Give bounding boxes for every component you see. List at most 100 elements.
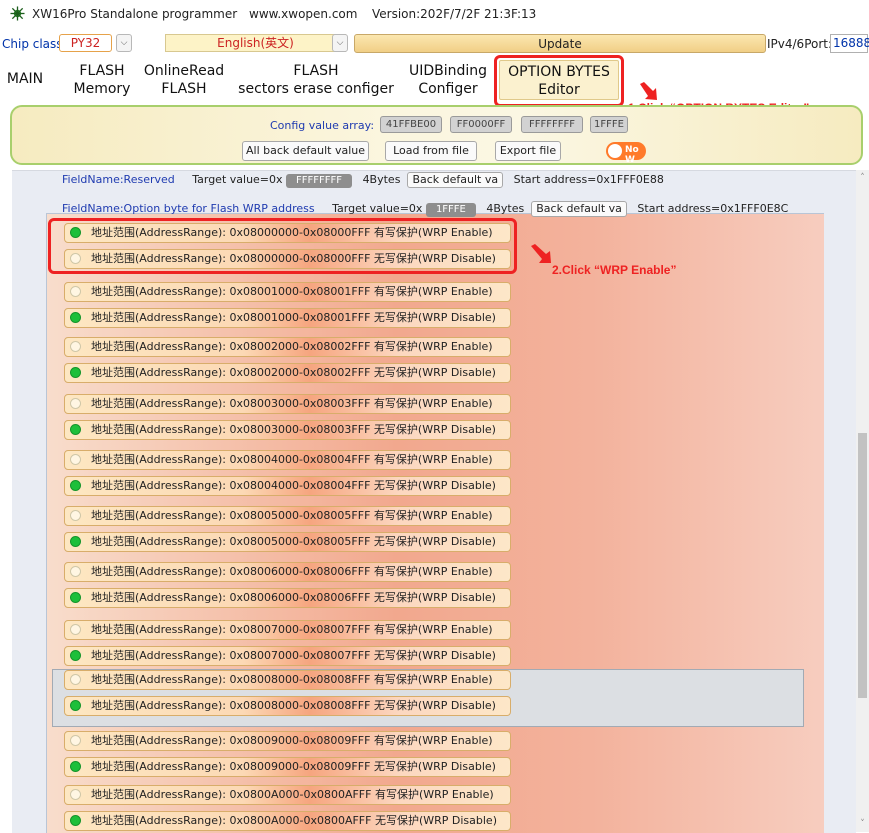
radio-selected-icon[interactable]	[70, 312, 81, 323]
radio-selected-icon[interactable]	[70, 536, 81, 547]
annotation-box-wrp-enable	[48, 218, 517, 274]
radio-unselected-icon[interactable]	[70, 510, 81, 521]
radio-unselected-icon[interactable]	[70, 286, 81, 297]
app-logo-icon	[10, 6, 25, 21]
tab-uid-binding-line1: UIDBinding	[408, 63, 488, 79]
wrp-enable-option[interactable]: 地址范围(AddressRange): 0x08005000-0x08005FF…	[64, 506, 511, 526]
website-text: www.xwopen.com	[249, 7, 358, 21]
wrp-enable-option[interactable]: 地址范围(AddressRange): 0x08001000-0x08001FF…	[64, 282, 511, 302]
radio-unselected-icon[interactable]	[70, 735, 81, 746]
update-button[interactable]: Update	[354, 34, 766, 53]
radio-selected-icon[interactable]	[70, 367, 81, 378]
load-from-file-button[interactable]: Load from file	[385, 141, 477, 161]
wrp-option-label: 地址范围(AddressRange): 0x08004000-0x08004FF…	[91, 479, 496, 492]
wrp-enable-option[interactable]: 地址范围(AddressRange): 0x08007000-0x08007FF…	[64, 620, 511, 640]
target-value-label: Target value=0x	[332, 202, 423, 215]
tab-main[interactable]: MAIN	[2, 70, 48, 88]
annotation-arrow-icon	[531, 244, 551, 263]
app-title: XW16Pro Standalone programmer	[32, 7, 238, 21]
radio-unselected-icon[interactable]	[70, 624, 81, 635]
start-address: Start address=0x1FFF0E88	[513, 173, 664, 186]
wrp-option-label: 地址范围(AddressRange): 0x08001000-0x08001FF…	[91, 311, 496, 324]
wrp-option-label: 地址范围(AddressRange): 0x08006000-0x08006FF…	[91, 591, 496, 604]
wrp-disable-option[interactable]: 地址范围(AddressRange): 0x08009000-0x08009FF…	[64, 757, 511, 777]
tab-flash-memory[interactable]: FLASH Memory	[66, 62, 138, 98]
radio-selected-icon[interactable]	[70, 480, 81, 491]
wrp-option-label: 地址范围(AddressRange): 0x08003000-0x08003FF…	[91, 423, 496, 436]
wrp-enable-option[interactable]: 地址范围(AddressRange): 0x08003000-0x08003FF…	[64, 394, 511, 414]
radio-selected-icon[interactable]	[70, 650, 81, 661]
annotation-arrow-icon	[640, 82, 657, 100]
wrp-enable-option[interactable]: 地址范围(AddressRange): 0x08008000-0x08008FF…	[64, 670, 511, 690]
wrp-option-label: 地址范围(AddressRange): 0x0800A000-0x0800AFF…	[91, 788, 494, 801]
wrp-option-label: 地址范围(AddressRange): 0x0800A000-0x0800AFF…	[91, 814, 497, 827]
back-default-button[interactable]: Back default va	[531, 201, 627, 217]
field-name: FieldName:Reserved	[62, 173, 175, 186]
radio-unselected-icon[interactable]	[70, 674, 81, 685]
tab-online-read-flash[interactable]: OnlineRead FLASH	[138, 62, 230, 98]
wrp-option-label: 地址范围(AddressRange): 0x08009000-0x08009FF…	[91, 760, 496, 773]
wrp-disable-option[interactable]: 地址范围(AddressRange): 0x08007000-0x08007FF…	[64, 646, 511, 666]
wrp-disable-option[interactable]: 地址范围(AddressRange): 0x08001000-0x08001FF…	[64, 308, 511, 328]
wrp-enable-option[interactable]: 地址范围(AddressRange): 0x0800A000-0x0800AFF…	[64, 785, 511, 805]
target-value-chip[interactable]: FFFFFFFF	[286, 174, 353, 188]
tab-sectors-erase-line1: FLASH	[293, 63, 339, 79]
wrp-option-label: 地址范围(AddressRange): 0x08008000-0x08008FF…	[91, 699, 496, 712]
config-panel: Config value array: 41FFBE00 FF0000FF FF…	[10, 105, 863, 165]
radio-selected-icon[interactable]	[70, 700, 81, 711]
tab-flash-sectors-erase[interactable]: FLASH sectors erase configer	[230, 62, 402, 98]
wrp-enable-option[interactable]: 地址范围(AddressRange): 0x08006000-0x08006FF…	[64, 562, 511, 582]
radio-selected-icon[interactable]	[70, 815, 81, 826]
config-value-label: Config value array:	[270, 119, 375, 132]
wrp-option-label: 地址范围(AddressRange): 0x08001000-0x08001FF…	[91, 285, 493, 298]
radio-unselected-icon[interactable]	[70, 341, 81, 352]
radio-unselected-icon[interactable]	[70, 566, 81, 577]
back-default-button[interactable]: Back default va	[407, 172, 504, 188]
chip-class-select[interactable]: PY32	[59, 34, 112, 52]
tab-main-label: MAIN	[6, 71, 44, 87]
scroll-up-icon[interactable]: ˄	[856, 172, 869, 185]
tab-uid-binding-line2: Configer	[418, 81, 478, 97]
export-file-button[interactable]: Export file	[495, 141, 561, 161]
wrp-option-label: 地址范围(AddressRange): 0x08003000-0x08003FF…	[91, 397, 493, 410]
tab-uid-binding[interactable]: UIDBinding Configer	[402, 62, 494, 98]
wrp-disable-option[interactable]: 地址范围(AddressRange): 0x08008000-0x08008FF…	[64, 696, 511, 716]
radio-unselected-icon[interactable]	[70, 789, 81, 800]
field-wrp-row: FieldName:Option byte for Flash WRP addr…	[62, 201, 788, 217]
tab-flash-memory-line1: FLASH	[79, 63, 125, 79]
config-value-chip: 1FFFE	[590, 116, 628, 133]
wrp-disable-option[interactable]: 地址范围(AddressRange): 0x08004000-0x08004FF…	[64, 476, 511, 496]
title-bar: XW16Pro Standalone programmer www.xwopen…	[0, 0, 869, 28]
wrp-disable-option[interactable]: 地址范围(AddressRange): 0x0800A000-0x0800AFF…	[64, 811, 511, 831]
wrp-option-label: 地址范围(AddressRange): 0x08002000-0x08002FF…	[91, 340, 493, 353]
wrp-option-label: 地址范围(AddressRange): 0x08007000-0x08007FF…	[91, 649, 496, 662]
radio-unselected-icon[interactable]	[70, 454, 81, 465]
wrp-disable-option[interactable]: 地址范围(AddressRange): 0x08003000-0x08003FF…	[64, 420, 511, 440]
scroll-down-icon[interactable]: ˅	[856, 818, 869, 831]
ipport-label: IPv4/6Port:	[767, 37, 833, 51]
annotation-box-option-bytes	[494, 55, 624, 107]
radio-unselected-icon[interactable]	[70, 398, 81, 409]
top-toolbar: Chip class: PY32 ⌵ English(英文) ⌵ Update …	[0, 34, 869, 56]
config-value-chip: FFFFFFFF	[521, 116, 583, 133]
radio-selected-icon[interactable]	[70, 761, 81, 772]
wrp-disable-option[interactable]: 地址范围(AddressRange): 0x08002000-0x08002FF…	[64, 363, 511, 383]
chip-class-dropdown-icon[interactable]: ⌵	[116, 34, 132, 52]
wrp-enable-option[interactable]: 地址范围(AddressRange): 0x08009000-0x08009FF…	[64, 731, 511, 751]
wrp-enable-option[interactable]: 地址范围(AddressRange): 0x08002000-0x08002FF…	[64, 337, 511, 357]
port-input[interactable]: 16888	[830, 34, 869, 53]
language-dropdown-icon[interactable]: ⌵	[332, 34, 348, 52]
write-toggle[interactable]: No W	[606, 142, 646, 165]
wrp-disable-option[interactable]: 地址范围(AddressRange): 0x08005000-0x08005FF…	[64, 532, 511, 552]
wrp-enable-option[interactable]: 地址范围(AddressRange): 0x08004000-0x08004FF…	[64, 450, 511, 470]
target-value-chip[interactable]: 1FFFE	[425, 203, 476, 217]
toggle-label: No W	[625, 145, 639, 165]
radio-selected-icon[interactable]	[70, 424, 81, 435]
scrollbar-thumb[interactable]	[858, 433, 867, 698]
radio-selected-icon[interactable]	[70, 592, 81, 603]
all-back-default-button[interactable]: All back default value	[242, 141, 369, 161]
chip-class-label: Chip class:	[2, 37, 67, 51]
wrp-disable-option[interactable]: 地址范围(AddressRange): 0x08006000-0x08006FF…	[64, 588, 511, 608]
tab-online-read-line1: OnlineRead	[143, 63, 225, 79]
language-select[interactable]: English(英文)	[165, 34, 346, 52]
